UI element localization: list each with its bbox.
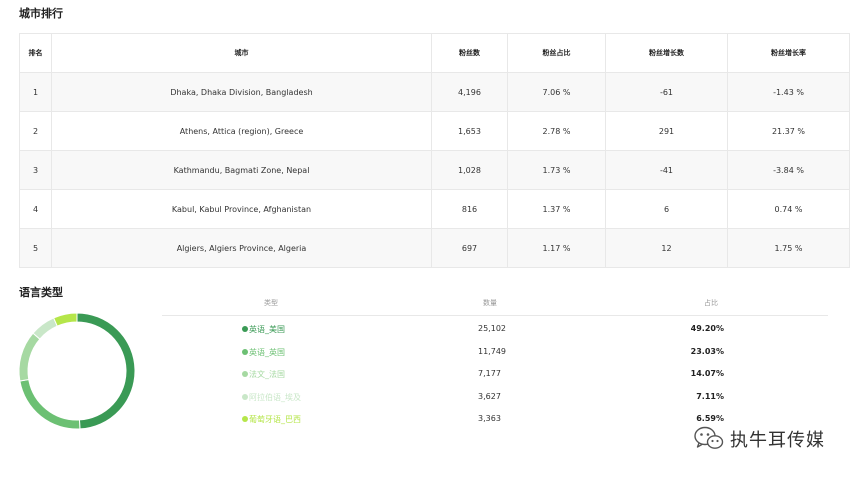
donut-slice-1[interactable] [19, 378, 81, 430]
donut-slice-3[interactable] [32, 317, 58, 340]
table-header-row: 排名 城市 粉丝数 粉丝占比 粉丝增长数 粉丝增长率 [19, 33, 850, 73]
rate-cell: 1.75 % [727, 228, 850, 268]
language-percent: 7.11% [696, 392, 724, 401]
rate-cell: 0.74 % [727, 189, 850, 229]
rate-cell: -3.84 % [727, 150, 850, 190]
legend-dot-icon [242, 416, 248, 422]
language-label: 葡萄牙语_巴西 [249, 415, 301, 424]
rank-cell: 2 [19, 111, 52, 151]
col-header-rank[interactable]: 排名 [19, 33, 52, 73]
fans-cell: 4,196 [431, 72, 508, 112]
share-cell: 1.37 % [507, 189, 606, 229]
watermark-text: 执牛耳传媒 [730, 430, 825, 451]
language-name: 法文_法国 [242, 369, 285, 380]
donut-slice-0[interactable] [76, 312, 136, 430]
city-ranking-table: 排名 城市 粉丝数 粉丝占比 粉丝增长数 粉丝增长率 1 Dhaka, Dhak… [19, 33, 850, 268]
language-donut-chart [18, 312, 136, 430]
rank-cell: 4 [19, 189, 52, 229]
rank-cell: 5 [19, 228, 52, 268]
city-cell: Algiers, Algiers Province, Algeria [51, 228, 432, 268]
rate-cell: 21.37 % [727, 111, 850, 151]
lang-header-divider [162, 315, 828, 316]
language-count: 3,627 [478, 392, 501, 401]
share-cell: 7.06 % [507, 72, 606, 112]
donut-slice-4[interactable] [53, 312, 78, 327]
language-name: 英语_英国 [242, 347, 285, 358]
col-header-city[interactable]: 城市 [51, 33, 432, 73]
lang-col-header-count: 数量 [483, 299, 497, 307]
language-name: 葡萄牙语_巴西 [242, 414, 301, 425]
share-cell: 1.73 % [507, 150, 606, 190]
language-percent: 23.03% [690, 347, 724, 356]
list-item: 英语_英国 11,749 23.03% [162, 347, 828, 361]
language-percent: 6.59% [696, 414, 724, 423]
col-header-rate[interactable]: 粉丝增长率 [727, 33, 850, 73]
legend-dot-icon [242, 371, 248, 377]
legend-dot-icon [242, 326, 248, 332]
language-label: 阿拉伯语_埃及 [249, 393, 301, 402]
fans-cell: 697 [431, 228, 508, 268]
growth-cell: -41 [605, 150, 728, 190]
rank-cell: 1 [19, 72, 52, 112]
col-header-fans[interactable]: 粉丝数 [431, 33, 508, 73]
language-percent: 14.07% [690, 369, 724, 378]
lang-col-header-type: 类型 [264, 299, 278, 307]
city-ranking-title: 城市排行 [19, 7, 63, 20]
wechat-icon [694, 426, 724, 449]
col-header-growth[interactable]: 粉丝增长数 [605, 33, 728, 73]
language-count: 25,102 [478, 324, 506, 333]
fans-cell: 1,028 [431, 150, 508, 190]
growth-cell: 6 [605, 189, 728, 229]
language-label: 法文_法国 [249, 370, 285, 379]
table-row: 1 Dhaka, Dhaka Division, Bangladesh 4,19… [19, 72, 850, 112]
table-row: 3 Kathmandu, Bagmati Zone, Nepal 1,028 1… [19, 150, 850, 190]
language-count: 11,749 [478, 347, 506, 356]
rank-cell: 3 [19, 150, 52, 190]
growth-cell: 12 [605, 228, 728, 268]
language-type-title: 语言类型 [19, 286, 63, 299]
language-label: 英语_英国 [249, 348, 285, 357]
donut-slice-2[interactable] [18, 332, 41, 382]
city-cell: Kathmandu, Bagmati Zone, Nepal [51, 150, 432, 190]
growth-cell: -61 [605, 72, 728, 112]
list-item: 英语_美国 25,102 49.20% [162, 324, 828, 338]
fans-cell: 1,653 [431, 111, 508, 151]
share-cell: 1.17 % [507, 228, 606, 268]
lang-col-header-share: 占比 [704, 299, 718, 307]
city-cell: Dhaka, Dhaka Division, Bangladesh [51, 72, 432, 112]
language-name: 阿拉伯语_埃及 [242, 392, 301, 403]
list-item: 法文_法国 7,177 14.07% [162, 369, 828, 383]
language-name: 英语_美国 [242, 324, 285, 335]
list-item: 阿拉伯语_埃及 3,627 7.11% [162, 392, 828, 406]
table-row: 5 Algiers, Algiers Province, Algeria 697… [19, 228, 850, 268]
city-cell: Kabul, Kabul Province, Afghanistan [51, 189, 432, 229]
language-percent: 49.20% [690, 324, 724, 333]
legend-dot-icon [242, 349, 248, 355]
language-count: 7,177 [478, 369, 501, 378]
fans-cell: 816 [431, 189, 508, 229]
legend-dot-icon [242, 394, 248, 400]
language-label: 英语_美国 [249, 325, 285, 334]
table-row: 4 Kabul, Kabul Province, Afghanistan 816… [19, 189, 850, 229]
language-count: 3,363 [478, 414, 501, 423]
table-row: 2 Athens, Attica (region), Greece 1,653 … [19, 111, 850, 151]
rate-cell: -1.43 % [727, 72, 850, 112]
watermark: 执牛耳传媒 [694, 425, 825, 453]
col-header-share[interactable]: 粉丝占比 [507, 33, 606, 73]
growth-cell: 291 [605, 111, 728, 151]
share-cell: 2.78 % [507, 111, 606, 151]
city-cell: Athens, Attica (region), Greece [51, 111, 432, 151]
